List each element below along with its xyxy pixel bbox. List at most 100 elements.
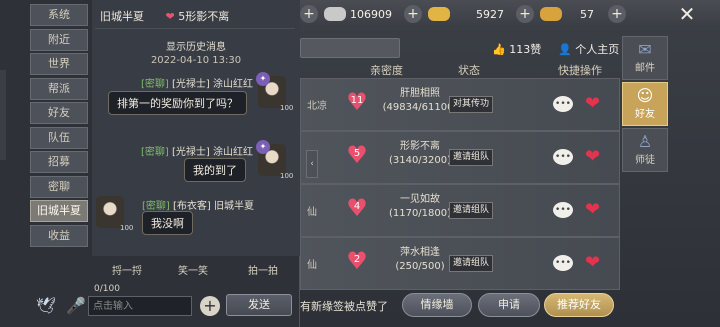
history-timestamp: 2022-04-10 13:30	[150, 55, 242, 66]
intimacy-level: 4	[353, 201, 361, 212]
channel-recruit[interactable]: 招募	[30, 151, 88, 173]
apply-button[interactable]: 申请	[478, 293, 540, 317]
currency-bar: + 106909 + 5927 + 57 + ✕	[300, 0, 720, 28]
char-counter: 0/100	[94, 284, 120, 294]
likes-count[interactable]: 👍 113赞	[492, 41, 541, 57]
status-button[interactable]: 邀请组队	[449, 149, 493, 166]
channel-system[interactable]: 系统	[30, 4, 88, 26]
friend-row[interactable]: 仙 ♥ 2 萍水相逢 (250/500) 邀请组队 ••• ❤	[300, 237, 620, 290]
recommend-friends-button[interactable]: 推荐好友	[544, 293, 614, 317]
contact-name: 旧城半夏	[100, 10, 144, 23]
intimacy-level: 2	[353, 254, 361, 265]
intimacy-level: 11	[350, 95, 364, 106]
message-sender-line: [密聊] [光禄士] 涂山红红	[141, 79, 253, 90]
microphone-icon[interactable]: 🎤	[66, 296, 86, 315]
vip-badge-icon: ✦	[256, 72, 270, 86]
send-button[interactable]: 发送	[226, 294, 292, 316]
action-stroke-button[interactable]: 捋一捋	[112, 262, 142, 277]
friends-bottom-bar: 有新缘签被点赞了 情缘墙 申请 推荐好友	[300, 292, 720, 320]
gold-ingot-icon	[428, 7, 450, 21]
chat-drawer-handle[interactable]	[0, 70, 6, 160]
message-sender-line: [密聊] [光禄士] 涂山红红	[141, 147, 253, 158]
friend-table-header: 亲密度 状态 快捷操作	[300, 60, 620, 78]
status-button[interactable]: 邀请组队	[449, 202, 493, 219]
header-ops: 快捷操作	[558, 64, 602, 77]
add-gold-button[interactable]: +	[404, 5, 422, 23]
silver-ingot-icon	[324, 7, 346, 21]
intimacy-level: 5	[353, 148, 361, 159]
message-bubble[interactable]: 我的到了	[184, 158, 246, 182]
bound-gold-value: 57	[580, 7, 594, 21]
avatar-level: 100	[120, 224, 134, 232]
fate-wall-button[interactable]: 情缘墙	[402, 293, 472, 317]
friend-row[interactable]: 仙 ♥ 5 形影不离 (3140/3200) 邀请组队 ••• ❤	[300, 131, 620, 184]
collapse-chat-arrow[interactable]: ‹	[306, 150, 318, 178]
friend-location: 仙	[307, 260, 317, 271]
thumb-icon: 👍	[492, 43, 506, 56]
channel-guild[interactable]: 帮派	[30, 77, 88, 100]
emoji-plus-button[interactable]: +	[200, 296, 220, 316]
vip-badge-icon: ✦	[256, 140, 270, 154]
avatar-level: 100	[280, 172, 294, 180]
add-bound-gold-button[interactable]: +	[516, 5, 534, 23]
header-relation: 亲密度	[370, 64, 403, 77]
gold-value: 5927	[476, 7, 504, 21]
chat-input-area: 🕊 🎤 0/100 + 发送	[28, 280, 300, 326]
currency-gold: + 5927	[404, 4, 504, 24]
friend-icon: ☺	[636, 86, 654, 105]
gold-ingot-icon	[540, 7, 562, 21]
send-heart-icon[interactable]: ❤	[585, 146, 600, 167]
currency-silver: + 106909	[300, 4, 392, 24]
send-heart-icon[interactable]: ❤	[585, 93, 600, 114]
message-bubble[interactable]: 我没啊	[142, 211, 193, 235]
add-currency-button[interactable]: +	[608, 5, 626, 23]
friend-row[interactable]: 北凉 ♥ 11 肝胆相照 (49834/61100) 对其传功 ••• ❤	[300, 78, 620, 131]
add-silver-button[interactable]: +	[300, 5, 318, 23]
tab-friends[interactable]: ☺ 好友	[622, 82, 668, 126]
contact-relation: 5形影不离	[178, 10, 230, 23]
friend-row[interactable]: 仙 ♥ 4 一见如故 (1170/1800) 邀请组队 ••• ❤	[300, 184, 620, 237]
message-bubble[interactable]: 排第一的奖励你到了吗？	[108, 91, 247, 115]
chat-bubble-icon[interactable]: •••	[553, 149, 573, 165]
personal-homepage-link[interactable]: 👤 个人主页	[558, 41, 619, 57]
channel-nearby[interactable]: 附近	[30, 28, 88, 51]
friend-search-input[interactable]	[300, 38, 400, 58]
action-pat-button[interactable]: 拍一拍	[248, 262, 278, 277]
chat-input[interactable]	[88, 296, 192, 316]
send-heart-icon[interactable]: ❤	[585, 252, 600, 273]
tab-mail[interactable]: ✉ 邮件	[622, 36, 668, 80]
chat-channel-list: 系统 附近 世界 帮派 好友 队伍 招募 密聊 旧城半夏 收益	[30, 4, 90, 249]
chat-bubble-icon[interactable]: •••	[553, 96, 573, 112]
chat-bubble-icon[interactable]: •••	[553, 202, 573, 218]
friend-location: 仙	[307, 207, 317, 218]
status-button[interactable]: 邀请组队	[449, 255, 493, 272]
message-sender-line: [密聊] [布衣客] 旧城半夏	[142, 201, 254, 212]
bird-icon[interactable]: 🕊	[36, 296, 56, 315]
avatar-level: 100	[280, 104, 294, 112]
quick-actions: 捋一捋 笑一笑 拍一拍	[92, 260, 300, 277]
currency-bound-gold: + 57	[516, 4, 594, 24]
channel-friends[interactable]: 好友	[30, 102, 88, 124]
show-history-link[interactable]: 显示历史消息	[92, 38, 300, 53]
friend-location: 北凉	[307, 101, 327, 112]
close-icon[interactable]: ✕	[676, 3, 698, 25]
notice-ticker: 有新缘签被点赞了	[300, 300, 388, 313]
channel-contact[interactable]: 旧城半夏	[30, 200, 88, 222]
tab-mentor[interactable]: ♙ 师徒	[622, 128, 668, 172]
person-icon: 👤	[558, 43, 572, 56]
channel-private[interactable]: 密聊	[30, 175, 88, 198]
mail-icon: ✉	[638, 40, 652, 59]
send-heart-icon[interactable]: ❤	[585, 199, 600, 220]
status-button[interactable]: 对其传功	[449, 96, 493, 113]
channel-world[interactable]: 世界	[30, 53, 88, 75]
chat-header: 旧城半夏 ❤ 5形影不离	[100, 8, 296, 24]
channel-team[interactable]: 队伍	[30, 126, 88, 149]
chat-bubble-icon[interactable]: •••	[553, 255, 573, 271]
mentor-icon: ♙	[637, 132, 653, 151]
heart-icon: ❤	[165, 10, 175, 23]
header-status: 状态	[458, 64, 480, 77]
channel-income[interactable]: 收益	[30, 224, 88, 247]
action-smile-button[interactable]: 笑一笑	[178, 262, 208, 277]
header-divider	[95, 28, 295, 29]
silver-value: 106909	[350, 7, 392, 21]
